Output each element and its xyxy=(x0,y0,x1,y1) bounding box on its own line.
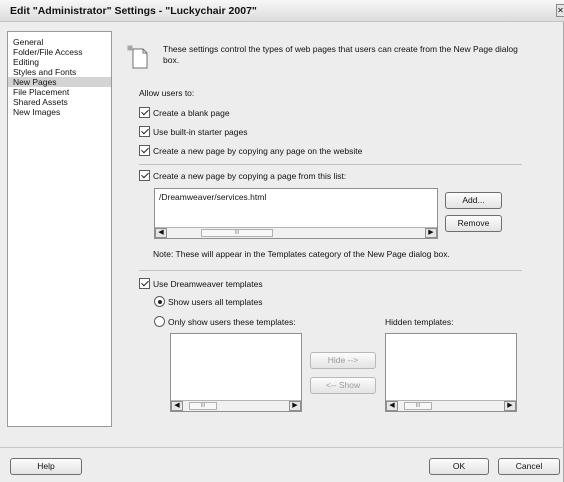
starter-pages-option[interactable]: Use built-in starter pages xyxy=(139,125,248,138)
cancel-button[interactable]: Cancel xyxy=(498,458,560,475)
separator xyxy=(139,270,522,271)
use-templates-option[interactable]: Use Dreamweaver templates xyxy=(139,277,263,290)
only-these-templates-label: Only show users these templates: xyxy=(168,316,296,327)
hide-template-button[interactable]: Hide --> xyxy=(310,352,376,369)
scroll-thumb[interactable]: III xyxy=(189,402,217,410)
separator xyxy=(139,164,522,165)
copy-from-list-option[interactable]: Create a new page by copying a page from… xyxy=(139,169,346,182)
copy-from-list-checkbox[interactable] xyxy=(139,170,150,181)
remove-button[interactable]: Remove xyxy=(445,215,502,232)
blank-page-label: Create a blank page xyxy=(153,107,230,118)
category-item-styles-and-fonts[interactable]: Styles and Fonts xyxy=(8,67,111,77)
footer-separator xyxy=(0,447,564,448)
copy-from-list-label: Create a new page by copying a page from… xyxy=(153,170,347,181)
category-item-new-images[interactable]: New Images xyxy=(8,107,111,117)
use-templates-checkbox[interactable] xyxy=(139,278,150,289)
shown-templates-list[interactable]: ◀ III ▶ xyxy=(170,333,302,412)
close-icon: ✕ xyxy=(557,6,564,15)
settings-dialog: Edit "Administrator" Settings - "Luckych… xyxy=(0,0,564,482)
scroll-thumb[interactable]: III xyxy=(201,229,273,237)
use-templates-label: Use Dreamweaver templates xyxy=(153,278,263,289)
category-item-shared-assets[interactable]: Shared Assets xyxy=(8,97,111,107)
shown-templates-scrollbar[interactable]: ◀ III ▶ xyxy=(171,400,301,411)
scroll-left-icon[interactable]: ◀ xyxy=(386,401,398,411)
ok-button[interactable]: OK xyxy=(429,458,489,475)
templates-note: Note: These will appear in the Templates… xyxy=(153,249,450,259)
blank-page-checkbox[interactable] xyxy=(139,107,150,118)
show-all-templates-label: Show users all templates xyxy=(168,296,263,307)
scroll-left-icon[interactable]: ◀ xyxy=(171,401,183,411)
category-item-folder-file-access[interactable]: Folder/File Access xyxy=(8,47,111,57)
page-list-scrollbar[interactable]: ◀ III ▶ xyxy=(155,227,437,238)
new-page-icon xyxy=(127,45,148,69)
category-item-new-pages[interactable]: New Pages xyxy=(8,77,111,87)
starter-pages-checkbox[interactable] xyxy=(139,126,150,137)
help-button[interactable]: Help xyxy=(10,458,82,475)
only-these-templates-option[interactable]: Only show users these templates: xyxy=(154,315,296,328)
allow-users-label: Allow users to: xyxy=(139,88,195,98)
show-all-templates-option[interactable]: Show users all templates xyxy=(154,295,263,308)
window-title: Edit "Administrator" Settings - "Luckych… xyxy=(10,5,257,17)
starter-pages-label: Use built-in starter pages xyxy=(153,126,248,137)
add-button[interactable]: Add... xyxy=(445,192,502,209)
hidden-templates-scrollbar[interactable]: ◀ III ▶ xyxy=(386,400,516,411)
copy-any-page-label: Create a new page by copying any page on… xyxy=(153,145,363,156)
scroll-left-icon[interactable]: ◀ xyxy=(155,228,167,238)
show-all-templates-radio[interactable] xyxy=(154,296,165,307)
category-item-file-placement[interactable]: File Placement xyxy=(8,87,111,97)
hidden-templates-label: Hidden templates: xyxy=(385,317,454,327)
close-button[interactable]: ✕ xyxy=(556,4,564,17)
copy-any-page-option[interactable]: Create a new page by copying any page on… xyxy=(139,144,362,157)
category-list: General Folder/File Access Editing Style… xyxy=(7,31,112,427)
info-description: These settings control the types of web … xyxy=(163,44,518,65)
hidden-templates-list[interactable]: ◀ III ▶ xyxy=(385,333,517,412)
only-these-templates-radio[interactable] xyxy=(154,316,165,327)
scroll-right-icon[interactable]: ▶ xyxy=(425,228,437,238)
page-list-item[interactable]: /Dreamweaver/services.html xyxy=(159,192,266,202)
copy-any-page-checkbox[interactable] xyxy=(139,145,150,156)
scroll-right-icon[interactable]: ▶ xyxy=(504,401,516,411)
category-item-general[interactable]: General xyxy=(8,37,111,47)
show-template-button[interactable]: <-- Show xyxy=(310,377,376,394)
title-bar: Edit "Administrator" Settings - "Luckych… xyxy=(0,0,564,22)
scroll-right-icon[interactable]: ▶ xyxy=(289,401,301,411)
page-list-box[interactable]: /Dreamweaver/services.html ◀ III ▶ xyxy=(154,188,438,239)
category-item-editing[interactable]: Editing xyxy=(8,57,111,67)
scroll-thumb[interactable]: III xyxy=(404,402,432,410)
blank-page-option[interactable]: Create a blank page xyxy=(139,106,230,119)
